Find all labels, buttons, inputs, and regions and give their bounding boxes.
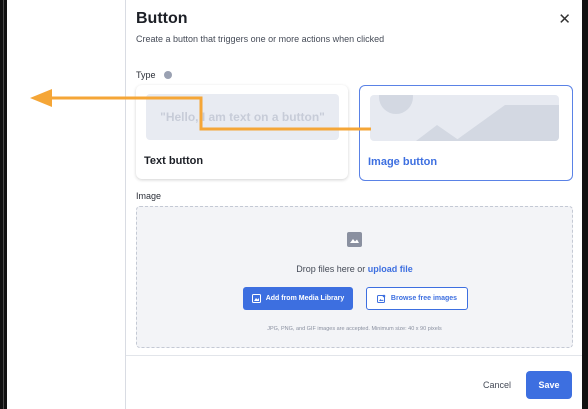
image-button-option[interactable]: Image button bbox=[359, 85, 573, 181]
media-button-label: Add from Media Library bbox=[265, 295, 345, 302]
left-window-frame bbox=[0, 0, 7, 409]
image-button-label: Image button bbox=[368, 156, 438, 168]
free-images-icon bbox=[376, 294, 386, 303]
text-button-preview: "Hello, I am text on a button" bbox=[146, 94, 339, 140]
media-library-icon bbox=[251, 294, 261, 303]
free-button-label: Browse free images bbox=[390, 295, 458, 302]
photo-icon bbox=[347, 232, 362, 247]
dialog-subtitle: Create a button that triggers one or mor… bbox=[136, 34, 385, 44]
image-section-label: Image bbox=[136, 191, 162, 201]
close-icon[interactable]: ✕ bbox=[558, 12, 571, 27]
dialog-title: Button bbox=[136, 10, 188, 27]
drop-text: Drop files here or upload file bbox=[137, 264, 572, 274]
image-dropzone[interactable]: Drop files here or upload file Add from … bbox=[136, 206, 573, 348]
add-from-media-library-button[interactable]: Add from Media Library bbox=[243, 287, 353, 310]
cancel-button[interactable]: Cancel bbox=[483, 380, 511, 390]
drop-prefix: Drop files here or bbox=[296, 264, 368, 274]
text-button-label: Text button bbox=[144, 155, 204, 167]
right-window-frame bbox=[582, 0, 588, 409]
footer-divider bbox=[126, 355, 583, 356]
arrow-head-icon bbox=[30, 89, 52, 107]
button-dialog: Button ✕ Create a button that triggers o… bbox=[125, 0, 583, 409]
accepted-formats-hint: JPG, PNG, and GIF images are accepted. M… bbox=[267, 326, 442, 332]
text-button-option[interactable]: "Hello, I am text on a button" Text butt… bbox=[136, 85, 348, 179]
save-button[interactable]: Save bbox=[526, 371, 572, 399]
upload-file-link[interactable]: upload file bbox=[368, 264, 413, 274]
browse-free-images-button[interactable]: Browse free images bbox=[366, 287, 468, 310]
info-icon[interactable] bbox=[164, 71, 172, 79]
type-label: Type bbox=[136, 70, 156, 80]
image-placeholder-icon bbox=[370, 95, 559, 141]
